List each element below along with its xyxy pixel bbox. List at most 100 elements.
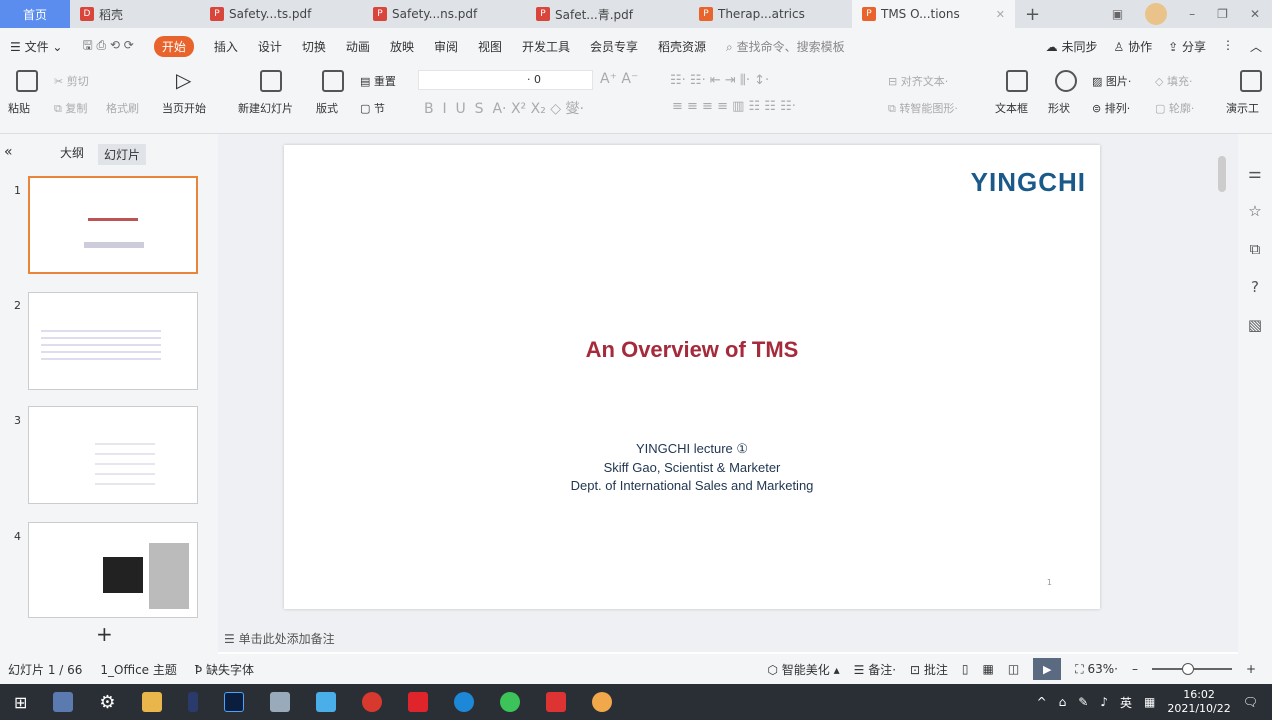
orange-app-icon[interactable]: [591, 692, 612, 712]
notes-app-icon[interactable]: [269, 692, 290, 712]
tab-pdf-2[interactable]: P Safety...ns.pdf: [363, 0, 526, 28]
tab-docer[interactable]: D 稻壳: [70, 0, 200, 28]
image-icon[interactable]: ▧: [1248, 316, 1262, 334]
collapse-ribbon-icon[interactable]: ︿: [1250, 38, 1262, 55]
menu-start[interactable]: 开始: [153, 35, 194, 57]
settings-sliders-icon[interactable]: ⚌: [1248, 164, 1261, 182]
pin-icon[interactable]: ☆: [1248, 202, 1261, 220]
cut-button[interactable]: ✂ 剪切: [54, 73, 89, 89]
file-menu[interactable]: 文件: [25, 40, 49, 54]
slide-thumbnail[interactable]: [28, 176, 198, 274]
calculator-icon[interactable]: [53, 692, 74, 712]
textbox-button[interactable]: 文本框: [995, 100, 1028, 116]
edge-icon[interactable]: [453, 692, 474, 712]
arrange-button[interactable]: ⊜ 排列·: [1092, 100, 1130, 116]
menu-insert[interactable]: 插入: [214, 38, 238, 55]
tab-home[interactable]: 首页: [0, 0, 70, 28]
format-painter-button[interactable]: 格式刷: [106, 100, 139, 116]
volume-icon[interactable]: ♪: [1100, 695, 1108, 709]
notes-button[interactable]: ☰ 备注·: [854, 661, 896, 678]
menu-view[interactable]: 视图: [478, 38, 502, 55]
app-icon[interactable]: [187, 692, 198, 712]
restore-icon[interactable]: ❐: [1217, 7, 1228, 21]
tab-ppt-1[interactable]: P Therap...atrics: [689, 0, 852, 28]
reading-view-icon[interactable]: ◫: [1008, 662, 1019, 676]
slide-thumbnail[interactable]: [28, 292, 198, 390]
sync-button[interactable]: ☁ 未同步: [1046, 38, 1098, 55]
menu-animation[interactable]: 动画: [346, 38, 370, 55]
ime-indicator[interactable]: 英: [1120, 694, 1132, 711]
font-name-input[interactable]: [418, 70, 593, 90]
clock[interactable]: 16:02 2021/10/22: [1167, 688, 1230, 716]
collapse-pane-icon[interactable]: «: [4, 144, 13, 160]
play-from-current-button[interactable]: 当页开始: [162, 100, 206, 116]
file-explorer-icon[interactable]: [141, 692, 162, 712]
smartart-button[interactable]: ⧉ 转智能图形·: [888, 100, 958, 116]
menu-resources[interactable]: 稻壳资源: [658, 38, 706, 55]
menu-slideshow[interactable]: 放映: [390, 38, 414, 55]
search-command[interactable]: ⌕ 查找命令、搜索模板: [726, 38, 845, 55]
layout-button[interactable]: 版式: [316, 100, 338, 116]
menu-review[interactable]: 审阅: [434, 38, 458, 55]
current-slide[interactable]: YINGCHI An Overview of TMS YINGCHI lectu…: [284, 145, 1100, 609]
picture-button[interactable]: ▨ 图片·: [1092, 73, 1131, 89]
menu-icon[interactable]: ☰ 文件 ⌄: [10, 38, 62, 55]
window-icon[interactable]: ▣: [1112, 7, 1123, 21]
network-icon[interactable]: ⌂: [1059, 695, 1067, 709]
photoshop-icon[interactable]: [223, 692, 244, 712]
avatar[interactable]: [1145, 3, 1168, 25]
missing-font-button[interactable]: Ꝥ 缺失字体: [195, 661, 254, 678]
new-slide-button[interactable]: 新建幻灯片: [238, 100, 293, 116]
fit-icon[interactable]: ⛶ 63%·: [1075, 662, 1118, 677]
help-icon[interactable]: ?: [1251, 278, 1259, 296]
tab-slides[interactable]: 幻灯片: [98, 144, 147, 165]
outline-button[interactable]: ▢ 轮廓·: [1155, 100, 1194, 116]
align-text-button[interactable]: ⊟ 对齐文本·: [888, 73, 948, 89]
play-slideshow-button[interactable]: ▶: [1033, 658, 1062, 680]
font-size-select[interactable]: · 0: [527, 73, 541, 86]
menu-design[interactable]: 设计: [258, 38, 282, 55]
list-buttons[interactable]: ☷· ☷· ⇤ ⇥ ⫼· ↕·: [670, 73, 769, 88]
shape-button[interactable]: 形状: [1048, 100, 1070, 116]
tab-pdf-3[interactable]: P Safet...青.pdf: [526, 0, 689, 28]
ime-mode-icon[interactable]: ▦: [1144, 695, 1155, 709]
transition-icon[interactable]: ⧉: [1250, 240, 1261, 258]
tab-pdf-1[interactable]: P Safety...ts.pdf: [200, 0, 363, 28]
close-icon[interactable]: ✕: [996, 8, 1005, 21]
wps-icon[interactable]: [545, 692, 566, 712]
sorter-view-icon[interactable]: ▦: [983, 662, 994, 676]
pen-icon[interactable]: ✎: [1078, 695, 1088, 709]
zoom-slider[interactable]: [1151, 663, 1232, 675]
add-slide-icon[interactable]: +: [96, 622, 113, 646]
zoom-out-icon[interactable]: –: [1132, 662, 1138, 676]
zoom-slider-thumb[interactable]: [1181, 663, 1194, 675]
zoom-in-icon[interactable]: +: [1246, 662, 1256, 676]
normal-view-icon[interactable]: ▯: [962, 662, 969, 676]
settings-icon[interactable]: ⚙: [99, 692, 115, 713]
copy-button[interactable]: ⧉ 复制: [54, 100, 87, 116]
paste-button[interactable]: 粘贴: [8, 100, 30, 116]
collab-button[interactable]: ♙ 协作: [1114, 38, 1153, 55]
new-tab-icon[interactable]: +: [1025, 4, 1040, 25]
notification-icon[interactable]: 🗨: [1243, 695, 1258, 709]
red-app-icon[interactable]: [361, 692, 382, 712]
present-tools-button[interactable]: 演示工: [1226, 100, 1259, 116]
tray-expand-icon[interactable]: ^: [1037, 695, 1047, 709]
close-window-icon[interactable]: ✕: [1250, 7, 1260, 21]
fill-button[interactable]: ◇ 填充·: [1155, 73, 1192, 89]
vertical-scrollbar[interactable]: [1218, 156, 1226, 192]
paragraph-align-buttons[interactable]: ≡ ≡ ≡ ≡ ▥ ☷ ☷ ☷·: [672, 99, 796, 114]
tab-outline[interactable]: 大纲: [60, 144, 84, 165]
slide-thumbnail[interactable]: [28, 522, 198, 618]
slide-subtitle[interactable]: YINGCHI lecture ① Skiff Gao, Scientist &…: [284, 440, 1100, 496]
beautify-button[interactable]: ⬡ 智能美化 ▴: [767, 661, 839, 678]
share-button[interactable]: ⇪ 分享: [1168, 38, 1206, 55]
slide-thumbnail[interactable]: [28, 406, 198, 504]
cloud-app-icon[interactable]: [315, 692, 336, 712]
notes-area[interactable]: ☰ 单击此处添加备注: [218, 624, 1238, 652]
slide-title[interactable]: An Overview of TMS: [284, 337, 1100, 363]
text-format-buttons[interactable]: B I U S A· X² X₂ ◇ 燮·: [424, 98, 584, 118]
menu-transition[interactable]: 切换: [302, 38, 326, 55]
font-grow-shrink[interactable]: A⁺ A⁻: [600, 71, 638, 87]
menu-developer[interactable]: 开发工具: [522, 38, 570, 55]
